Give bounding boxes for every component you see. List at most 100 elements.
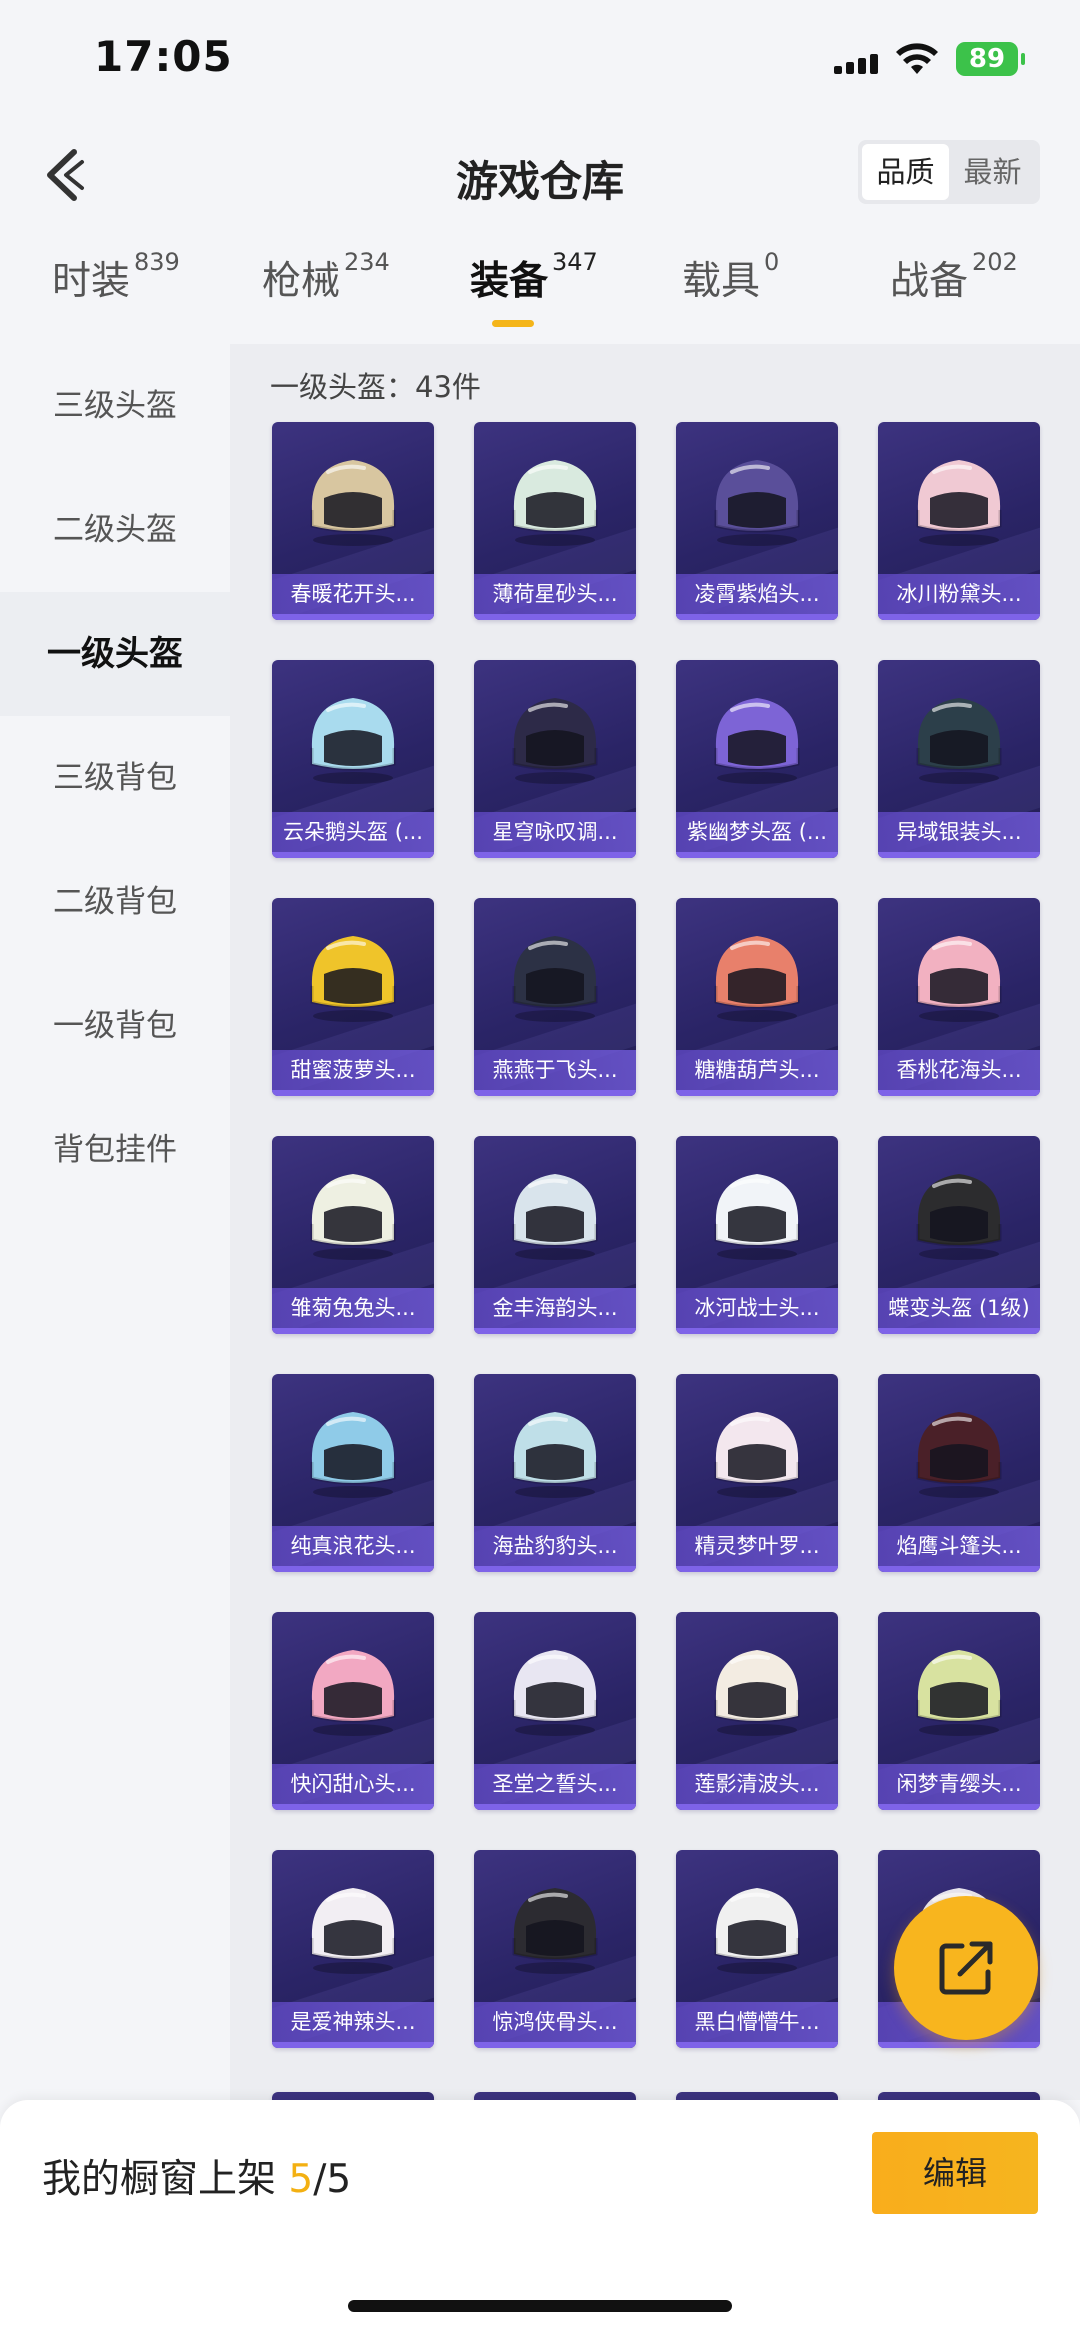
item-card[interactable]: 快闪甜心头... xyxy=(272,1612,434,1810)
edit-button[interactable]: 编辑 xyxy=(872,2132,1038,2214)
item-card[interactable]: 星穹咏叹调... xyxy=(474,660,636,858)
tab-active-indicator xyxy=(492,320,534,327)
helmet-icon xyxy=(310,1650,396,1736)
share-button[interactable] xyxy=(894,1896,1038,2040)
item-card-partial xyxy=(474,2092,636,2100)
item-name: 燕燕于飞头... xyxy=(474,1050,636,1090)
item-card[interactable]: 甜蜜菠萝头... xyxy=(272,898,434,1096)
header: 游戏仓库 品质 最新 xyxy=(0,120,1080,230)
item-rarity-bar xyxy=(878,614,1040,620)
battery-icon: 89 xyxy=(956,42,1025,76)
item-name: 纯真浪花头... xyxy=(272,1526,434,1566)
item-card[interactable]: 惊鸿侠骨头... xyxy=(474,1850,636,2048)
status-time: 17:05 xyxy=(94,32,233,81)
tab-label: 枪械 xyxy=(262,259,341,304)
helmet-icon xyxy=(310,1174,396,1260)
wifi-icon xyxy=(896,43,938,74)
item-name: 海盐豹豹头... xyxy=(474,1526,636,1566)
tab-weapons[interactable]: 枪械 234 xyxy=(262,248,390,340)
item-card[interactable]: 冰川粉黛头... xyxy=(878,422,1040,620)
item-card[interactable]: 凌霄紫焰头... xyxy=(676,422,838,620)
item-card[interactable]: 闲梦青缨头... xyxy=(878,1612,1040,1810)
sidebar-item-level2-helmet[interactable]: 二级头盔 xyxy=(0,468,230,592)
sidebar-item-level2-backpack[interactable]: 二级背包 xyxy=(0,840,230,964)
helmet-icon xyxy=(916,1412,1002,1498)
item-card[interactable]: 焰鹰斗篷头... xyxy=(878,1374,1040,1572)
home-indicator xyxy=(348,2300,732,2312)
sidebar-item-backpack-charms[interactable]: 背包挂件 xyxy=(0,1088,230,1212)
helmet-icon xyxy=(916,936,1002,1022)
item-card[interactable]: 春暖花开头... xyxy=(272,422,434,620)
tab-count: 839 xyxy=(134,248,180,276)
item-card[interactable]: 雏菊兔兔头... xyxy=(272,1136,434,1334)
showcase-count-current: 5 xyxy=(288,2157,314,2202)
sidebar-item-level3-backpack[interactable]: 三级背包 xyxy=(0,716,230,840)
sort-option-quality[interactable]: 品质 xyxy=(862,144,949,200)
showcase-count-total: /5 xyxy=(313,2157,352,2202)
tab-fashion[interactable]: 时装 839 xyxy=(52,248,180,340)
sidebar-item-level3-helmet[interactable]: 三级头盔 xyxy=(0,344,230,468)
helmet-icon xyxy=(310,1888,396,1974)
item-card[interactable]: 蝶变头盔 (1级) xyxy=(878,1136,1040,1334)
item-card[interactable]: 海盐豹豹头... xyxy=(474,1374,636,1572)
tab-vehicles[interactable]: 载具 0 xyxy=(682,248,779,340)
item-card[interactable]: 紫幽梦头盔 (... xyxy=(676,660,838,858)
signal-icon xyxy=(834,50,880,74)
helmet-icon xyxy=(512,698,598,784)
item-card[interactable]: 金丰海韵头... xyxy=(474,1136,636,1334)
item-rarity-bar xyxy=(272,852,434,858)
item-rarity-bar xyxy=(676,852,838,858)
item-rarity-bar xyxy=(474,1566,636,1572)
sidebar-item-level1-backpack[interactable]: 一级背包 xyxy=(0,964,230,1088)
tab-label: 战备 xyxy=(890,259,969,304)
item-name: 冰川粉黛头... xyxy=(878,574,1040,614)
item-rarity-bar xyxy=(878,1328,1040,1334)
tab-equipment[interactable]: 装备 347 xyxy=(470,248,598,340)
item-card-partial xyxy=(676,2092,838,2100)
helmet-icon xyxy=(916,698,1002,784)
tab-supplies[interactable]: 战备 202 xyxy=(890,248,1018,340)
item-rarity-bar xyxy=(272,1566,434,1572)
tab-count: 347 xyxy=(552,248,598,276)
helmet-icon xyxy=(512,1174,598,1260)
item-card[interactable]: 异域银装头... xyxy=(878,660,1040,858)
item-rarity-bar xyxy=(878,1566,1040,1572)
helmet-icon xyxy=(916,460,1002,546)
item-card[interactable]: 黑白懵懵牛... xyxy=(676,1850,838,2048)
item-name: 莲影清波头... xyxy=(676,1764,838,1804)
helmet-icon xyxy=(512,1888,598,1974)
item-rarity-bar xyxy=(474,1804,636,1810)
item-name: 春暖花开头... xyxy=(272,574,434,614)
helmet-icon xyxy=(916,1174,1002,1260)
tab-label: 装备 xyxy=(470,259,549,304)
item-rarity-bar xyxy=(272,614,434,620)
item-card[interactable]: 圣堂之誓头... xyxy=(474,1612,636,1810)
sort-option-newest[interactable]: 最新 xyxy=(949,144,1036,200)
item-name: 云朵鹅头盔 (... xyxy=(272,812,434,852)
item-card[interactable]: 是爱神辣头... xyxy=(272,1850,434,2048)
showcase-label: 我的橱窗上架 xyxy=(42,2157,277,2202)
item-card[interactable]: 云朵鹅头盔 (... xyxy=(272,660,434,858)
item-card[interactable]: 薄荷星砂头... xyxy=(474,422,636,620)
item-rarity-bar xyxy=(878,1090,1040,1096)
sidebar-item-level1-helmet[interactable]: 一级头盔 xyxy=(0,592,230,716)
item-name: 黑白懵懵牛... xyxy=(676,2002,838,2042)
item-card[interactable]: 冰河战士头... xyxy=(676,1136,838,1334)
item-card[interactable]: 莲影清波头... xyxy=(676,1612,838,1810)
item-card-partial xyxy=(878,2092,1040,2100)
item-card[interactable]: 精灵梦叶罗... xyxy=(676,1374,838,1572)
item-name: 甜蜜菠萝头... xyxy=(272,1050,434,1090)
item-name: 雏菊兔兔头... xyxy=(272,1288,434,1328)
item-card[interactable]: 燕燕于飞头... xyxy=(474,898,636,1096)
item-rarity-bar xyxy=(272,1090,434,1096)
sidebar: 三级头盔 二级头盔 一级头盔 三级背包 二级背包 一级背包 背包挂件 xyxy=(0,344,230,2100)
item-rarity-bar xyxy=(878,1804,1040,1810)
item-name: 星穹咏叹调... xyxy=(474,812,636,852)
tab-count: 202 xyxy=(972,248,1018,276)
item-name: 香桃花海头... xyxy=(878,1050,1040,1090)
item-name: 精灵梦叶罗... xyxy=(676,1526,838,1566)
item-card[interactable]: 香桃花海头... xyxy=(878,898,1040,1096)
helmet-icon xyxy=(310,460,396,546)
item-card[interactable]: 糖糖葫芦头... xyxy=(676,898,838,1096)
item-card[interactable]: 纯真浪花头... xyxy=(272,1374,434,1572)
